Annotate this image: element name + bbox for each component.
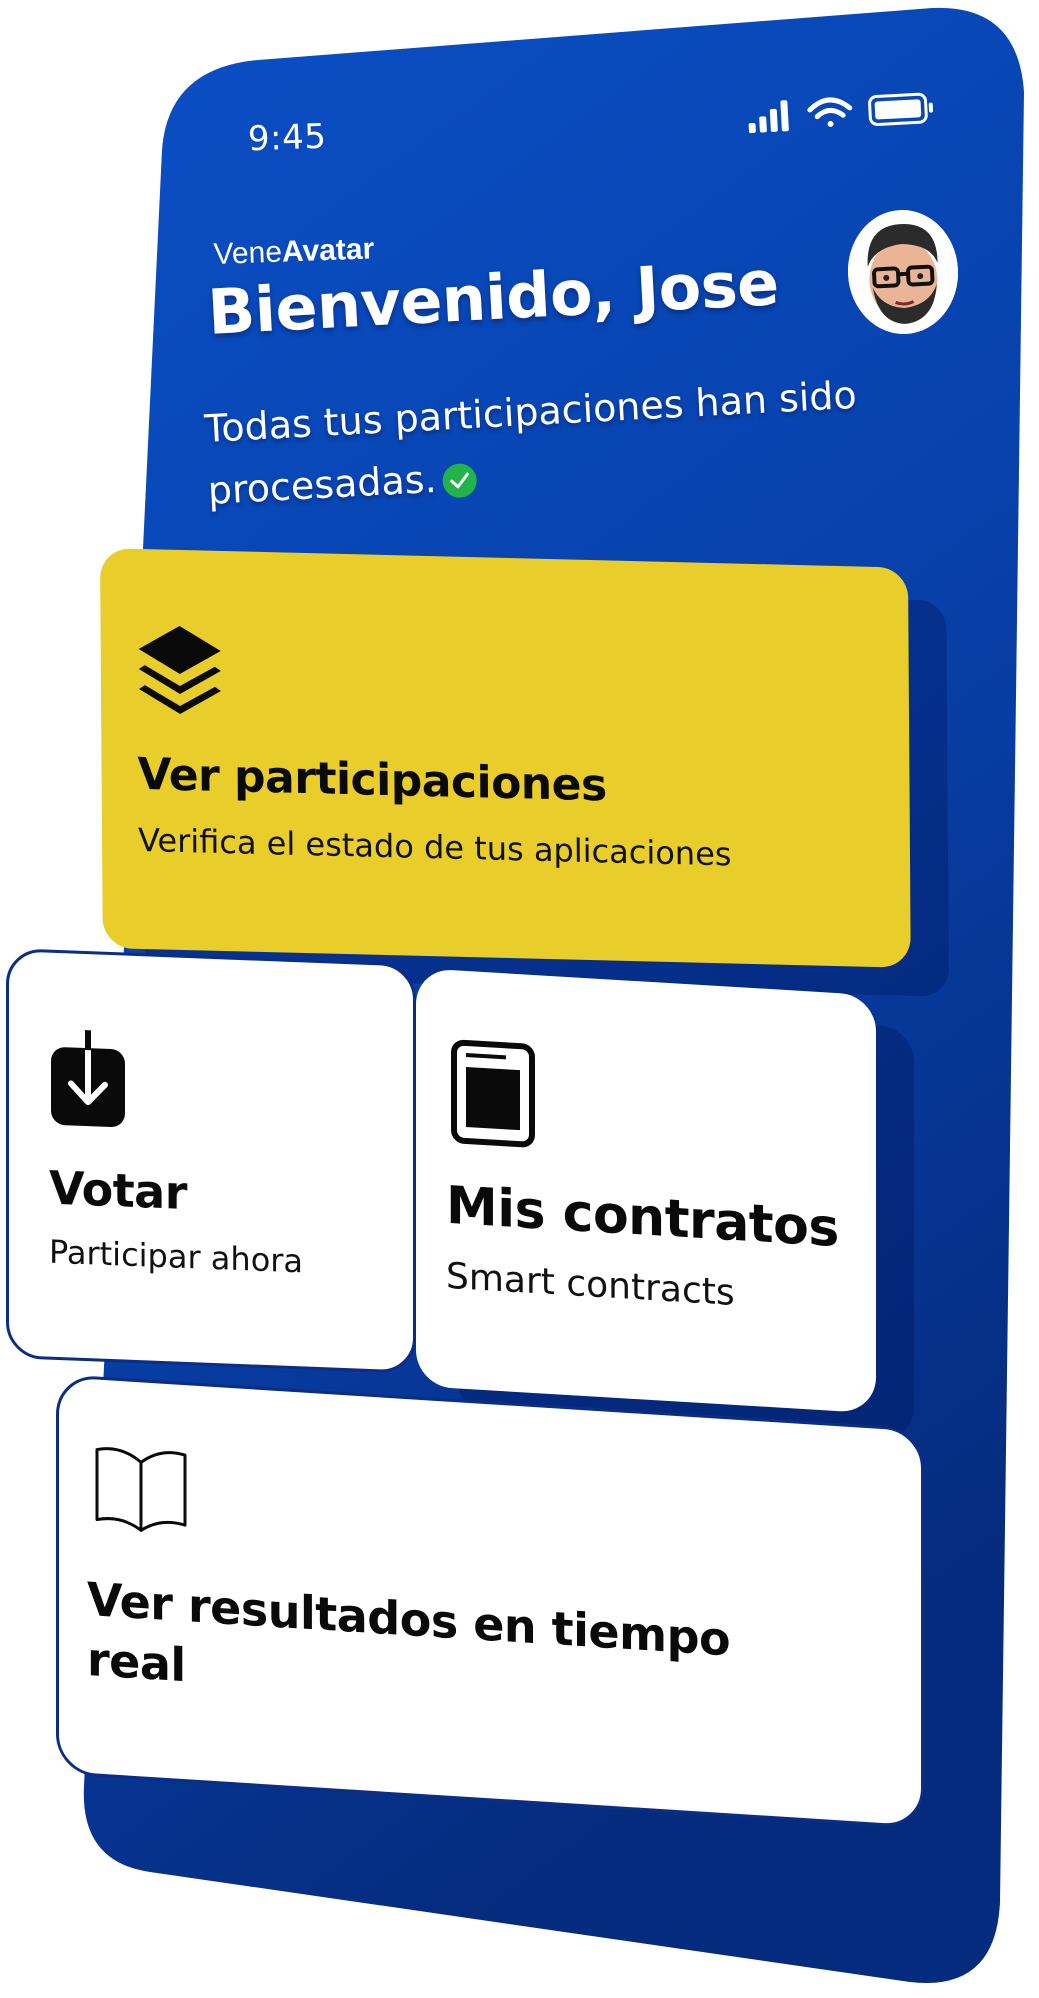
check-circle-icon bbox=[441, 462, 478, 499]
status-time: 9:45 bbox=[247, 116, 328, 160]
participaciones-title: Ver participaciones bbox=[137, 748, 607, 812]
resultados-title: Ver resultados en tiempo real bbox=[87, 1571, 731, 1693]
download-box-icon bbox=[49, 1029, 127, 1137]
votar-title: Votar bbox=[49, 1160, 187, 1220]
app-screen: 9:45 VeneAvatar Bienvenido, Jose Todas t… bbox=[0, 0, 1039, 1998]
contratos-subtitle: Smart contracts bbox=[446, 1255, 735, 1314]
wifi-icon bbox=[807, 97, 853, 127]
signal-icon bbox=[748, 100, 789, 134]
document-frame-icon bbox=[450, 1038, 536, 1154]
brand-logo: VeneAvatar bbox=[213, 232, 375, 272]
resultados-card[interactable]: Ver resultados en tiempo real bbox=[56, 1374, 924, 1829]
participaciones-subtitle: Verifica el estado de tus aplicaciones bbox=[137, 820, 732, 874]
brand-prefix: Vene bbox=[213, 235, 283, 271]
open-book-icon bbox=[93, 1439, 189, 1540]
brand-bold: Avatar bbox=[281, 232, 375, 269]
participaciones-card[interactable]: Ver participaciones Verifica el estado d… bbox=[100, 548, 911, 968]
contratos-title: Mis contratos bbox=[446, 1175, 839, 1260]
contratos-card[interactable]: Mis contratos Smart contracts bbox=[416, 968, 876, 1414]
battery-icon bbox=[868, 92, 934, 126]
layers-icon bbox=[137, 621, 224, 728]
status-message-text: Todas tus participaciones han sido proce… bbox=[203, 372, 858, 513]
votar-subtitle: Participar ahora bbox=[49, 1232, 304, 1281]
votar-card[interactable]: Votar Participar ahora bbox=[6, 948, 416, 1374]
